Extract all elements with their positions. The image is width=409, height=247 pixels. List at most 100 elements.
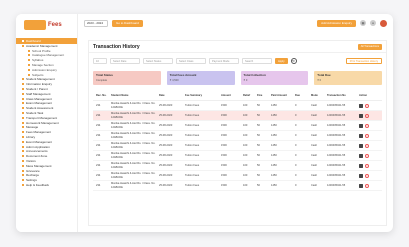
table-cell: 0 — [295, 174, 297, 177]
row-actions — [359, 183, 379, 188]
bullet-icon — [22, 140, 24, 143]
cancel-icon[interactable] — [365, 163, 369, 168]
print-icon[interactable] — [359, 183, 363, 188]
print-icon[interactable] — [359, 103, 363, 108]
print-history-button[interactable]: Print Transaction History — [345, 58, 382, 64]
bullet-icon — [22, 83, 24, 86]
table-cell: Tuition Fees — [185, 104, 200, 107]
bullet-icon — [22, 169, 24, 172]
cancel-icon[interactable] — [365, 183, 369, 188]
table-row: 234 Monika Awasthi & Atel Ro. / Class. No… — [93, 171, 382, 181]
table-cell: 1450 — [271, 114, 277, 117]
table-cell: 1500 — [221, 164, 227, 167]
sidebar-item-label: Student Assessment — [26, 106, 54, 111]
table-cell: 100 — [243, 114, 248, 117]
table-cell: 50 — [257, 154, 260, 157]
table-cell: 50 — [257, 104, 260, 107]
table-cell: 1500 — [221, 174, 227, 177]
bullet-icon — [28, 59, 30, 62]
print-icon[interactable] — [359, 143, 363, 148]
print-icon[interactable] — [359, 113, 363, 118]
cancel-icon[interactable] — [365, 173, 369, 178]
transaction-panel: Transaction History All Transactions 10 S… — [88, 40, 387, 226]
table-cell: Tuition Fees — [185, 144, 200, 147]
row-actions — [359, 143, 379, 148]
cancel-icon[interactable] — [365, 103, 369, 108]
cancel-icon[interactable] — [365, 113, 369, 118]
grid-icon[interactable]: ▦ — [360, 20, 366, 26]
logo-mark — [24, 20, 46, 30]
table-header: Rec. No. Student Name Date Fee Summary Amoun… — [93, 91, 382, 101]
table-cell: 234 — [96, 154, 101, 157]
summary-card-value: ₹ 0 — [317, 79, 322, 82]
filter-input[interactable]: Payment Mode — [209, 58, 239, 64]
table-cell: 100 — [243, 134, 248, 137]
summary-card: Total Collection ₹ 0 — [240, 71, 309, 85]
column-header: Mode — [311, 94, 318, 97]
table-cell: 50 — [257, 174, 260, 177]
all-transactions-button[interactable]: All Transactions — [357, 43, 382, 50]
table-cell: 50 — [257, 164, 260, 167]
table-cell: Tuition Fees — [185, 154, 200, 157]
bullet-icon — [22, 184, 24, 186]
filter-input[interactable]: Search — [242, 58, 272, 64]
table-row: 234 Monika Awasthi & Atel Ro. / Class. No… — [93, 181, 382, 191]
print-icon[interactable] — [359, 173, 363, 178]
sidebar-item-label: Recharge — [26, 173, 40, 178]
cancel-icon[interactable] — [365, 123, 369, 128]
row-actions — [359, 123, 379, 128]
avatar[interactable] — [380, 19, 387, 27]
table-cell: Monika Awasthi & Atel Ro. / Class. No. 1… — [111, 112, 156, 119]
cancel-icon[interactable] — [365, 143, 369, 148]
table-cell: 100 — [243, 164, 248, 167]
filter-input[interactable]: Select Date — [110, 58, 140, 64]
column-header: Relief — [243, 94, 251, 97]
table-cell: Tuition Fees — [185, 174, 200, 177]
cancel-icon[interactable] — [365, 153, 369, 158]
table-cell: 1230405041-55 — [327, 144, 346, 147]
go-dashboard-button[interactable]: Go to Dashboard — [112, 19, 143, 27]
bullet-icon — [22, 97, 24, 100]
bell-icon[interactable]: ● — [370, 20, 376, 26]
refresh-icon[interactable]: ↻ — [290, 58, 297, 64]
apply-button[interactable]: Apply — [275, 58, 288, 64]
table-cell: Monika Awasthi & Atel Ro. / Class. No. 1… — [111, 132, 156, 139]
table-cell: 25-08-2023 — [159, 184, 173, 187]
table-cell: 0 — [295, 154, 297, 157]
sidebar-item-label: Message — [26, 125, 39, 130]
summary-cards: Total Status Complete Total Fees Amount ₹ 4… — [89, 71, 386, 85]
sidebar-item-label: Student / Parent — [26, 87, 48, 92]
table-cell: 50 — [257, 144, 260, 147]
table-cell: 234 — [96, 134, 101, 137]
table-cell: Monika Awasthi & Atel Ro. / Class. No. 1… — [111, 122, 156, 129]
bullet-icon — [22, 160, 24, 163]
cancel-icon[interactable] — [365, 133, 369, 138]
table-cell: 1500 — [221, 134, 227, 137]
academic-year-select[interactable]: 2023 - 2024 — [84, 19, 108, 27]
bullet-icon — [22, 126, 24, 129]
print-icon[interactable] — [359, 133, 363, 138]
filter-input[interactable]: 10 — [93, 58, 107, 64]
sidebar-item[interactable]: Help & Feedback — [16, 183, 77, 188]
table-row: 234 Monika Awasthi & Atel Ro. / Class. No… — [93, 121, 382, 131]
sidebar-item-label: Settings — [26, 178, 37, 183]
sidebar-item-label: Exam Management — [26, 101, 53, 106]
table-cell: 1450 — [271, 124, 277, 127]
row-actions — [359, 133, 379, 138]
table-row: 234 Monika Awasthi & Atel Ro. / Class. No… — [93, 111, 382, 121]
table-cell: 1500 — [221, 184, 227, 187]
filter-bar: 10 Select Date Select Status Select Class Pa… — [89, 53, 386, 69]
filter-input[interactable]: Select Status — [143, 58, 173, 64]
table-cell: 1450 — [271, 134, 277, 137]
table-cell: 25-08-2023 — [159, 164, 173, 167]
title-row: Transaction History All Transactions — [89, 41, 386, 53]
add-enquiry-button[interactable]: Add Admission Enquiry — [317, 19, 356, 27]
bullet-icon — [22, 136, 24, 139]
bullet-icon — [22, 88, 24, 91]
print-icon[interactable] — [359, 153, 363, 158]
filter-input[interactable]: Select Class — [176, 58, 206, 64]
table-cell: 234 — [96, 104, 101, 107]
print-icon[interactable] — [359, 123, 363, 128]
sidebar-item-label: Subjects — [32, 72, 44, 77]
print-icon[interactable] — [359, 163, 363, 168]
